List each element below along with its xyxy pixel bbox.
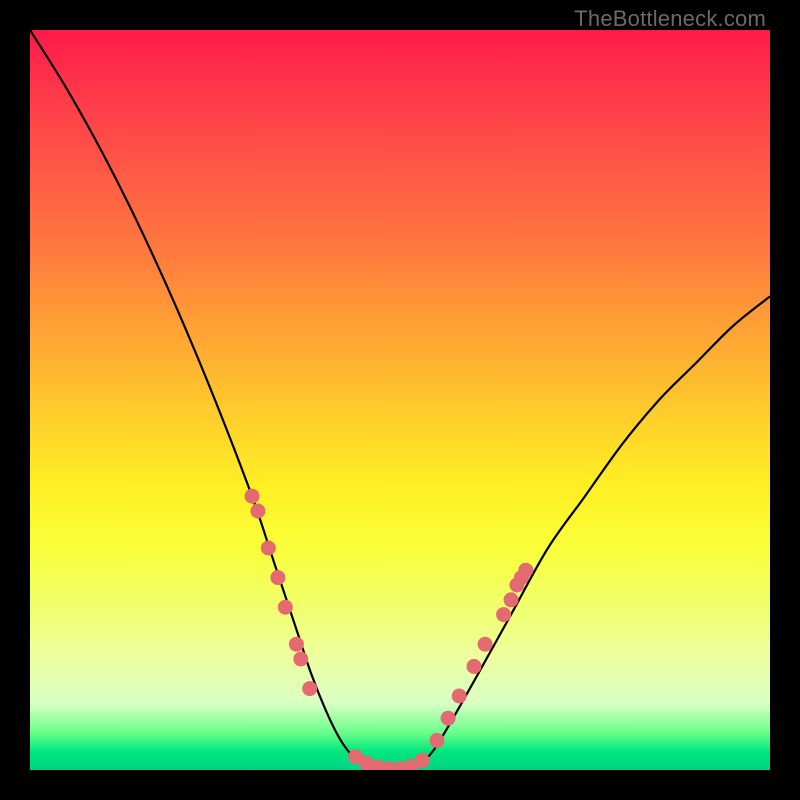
data-point — [467, 659, 482, 674]
data-point — [278, 600, 293, 615]
plot-area — [30, 30, 770, 770]
data-point — [504, 592, 519, 607]
data-points — [245, 489, 534, 770]
watermark-text: TheBottleneck.com — [574, 6, 766, 32]
data-point — [302, 681, 317, 696]
data-point — [250, 504, 265, 519]
chart-frame: TheBottleneck.com — [0, 0, 800, 800]
bottleneck-curve — [30, 30, 770, 770]
data-point — [518, 563, 533, 578]
data-point — [415, 753, 430, 768]
data-point — [289, 637, 304, 652]
data-point — [261, 541, 276, 556]
data-point — [496, 607, 511, 622]
bottleneck-curve-svg — [30, 30, 770, 770]
data-point — [293, 652, 308, 667]
data-point — [270, 570, 285, 585]
data-point — [430, 733, 445, 748]
data-point — [478, 637, 493, 652]
data-point — [452, 689, 467, 704]
data-point — [245, 489, 260, 504]
data-point — [441, 711, 456, 726]
